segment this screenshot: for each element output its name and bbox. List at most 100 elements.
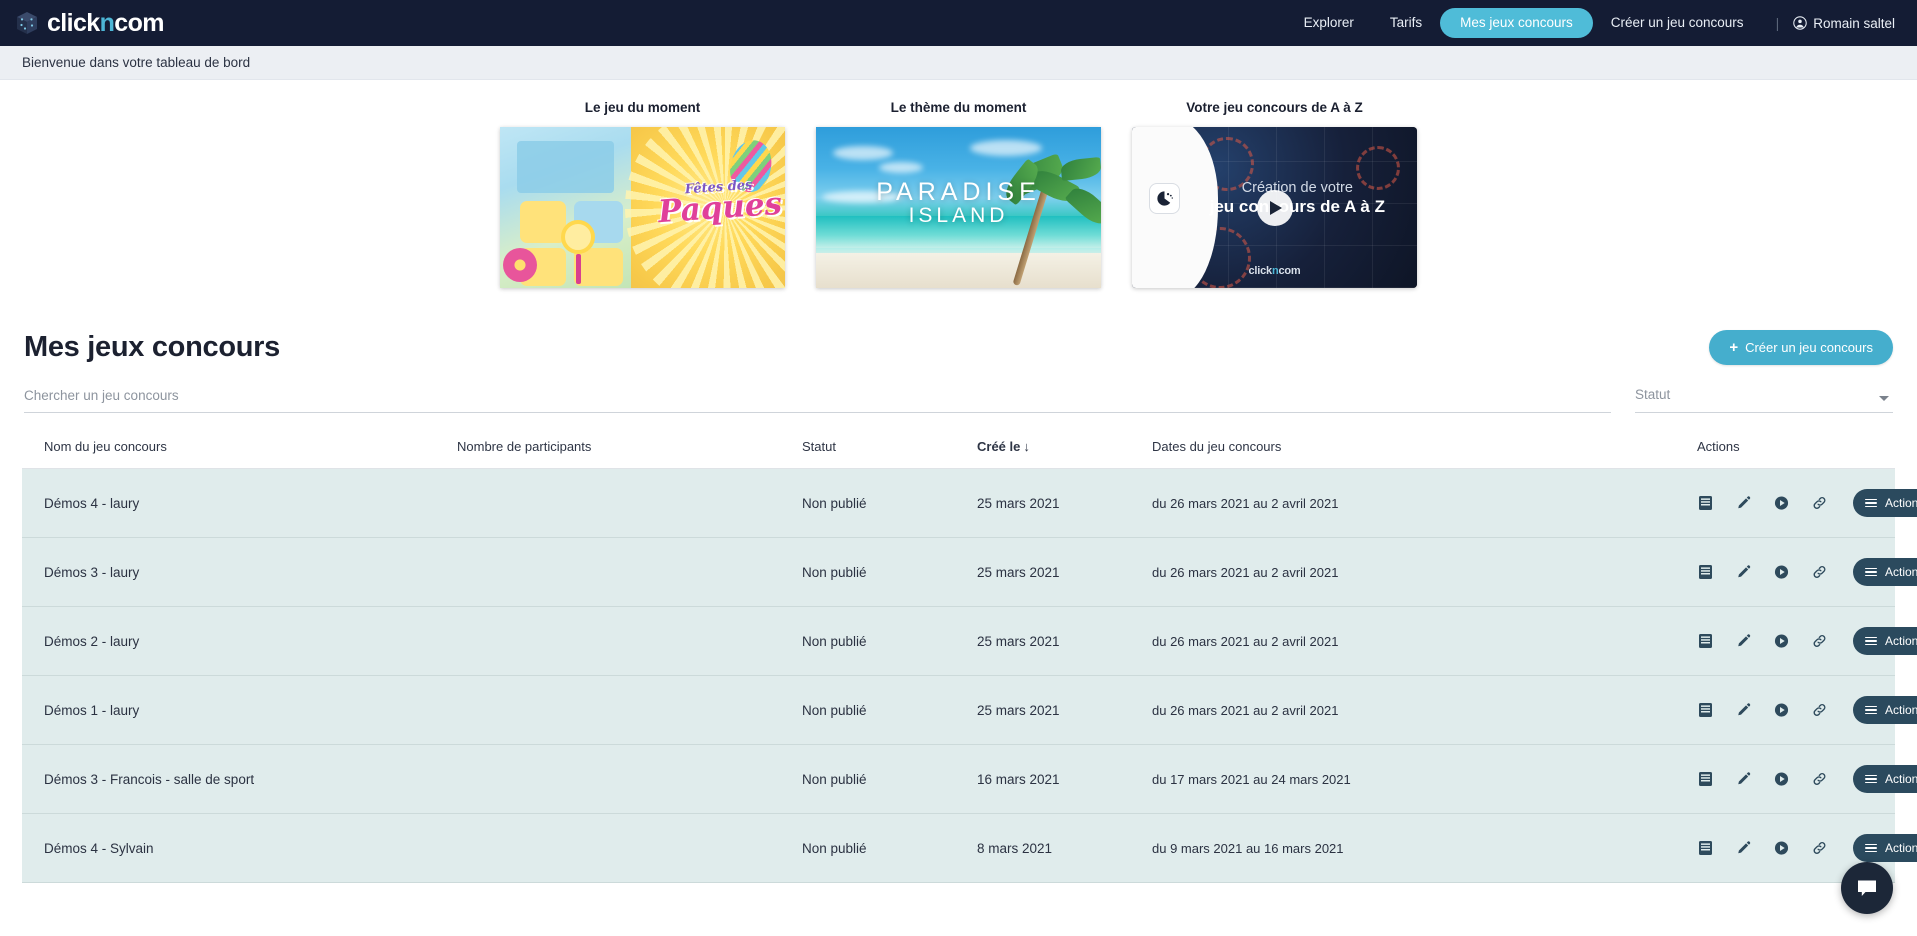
hamburger-icon — [1865, 567, 1877, 577]
cell-participants — [457, 813, 802, 883]
play-circle-icon[interactable] — [1773, 633, 1790, 650]
table-row[interactable]: Démos 2 - laury Non publié 25 mars 2021 du … — [22, 606, 1917, 676]
search-field — [24, 387, 1611, 413]
promo-paradise: Le thème du moment PARADISE ISLAND — [816, 100, 1101, 288]
cell-actions: Actions — [1697, 468, 1917, 538]
actions-menu-label: Actions — [1885, 496, 1917, 510]
paradise-line2: ISLAND — [908, 204, 1009, 228]
cell-statut: Non publié — [802, 813, 977, 883]
cell-contest-dates: du 26 mars 2021 au 2 avril 2021 — [1152, 537, 1697, 607]
link-icon[interactable] — [1811, 495, 1828, 512]
table-header-row: Nom du jeu concours Nombre de participan… — [22, 439, 1895, 469]
actions-menu-button[interactable]: Actions — [1853, 558, 1917, 586]
play-circle-icon[interactable] — [1773, 840, 1790, 857]
play-circle-icon[interactable] — [1773, 564, 1790, 581]
brand-logo[interactable]: clickncom — [8, 10, 164, 36]
promo-video-title: Votre jeu concours de A à Z — [1186, 100, 1363, 115]
hamburger-icon — [1865, 636, 1877, 646]
cell-contest-name: Démos 4 - Sylvain — [22, 813, 457, 883]
actions-menu-label: Actions — [1885, 634, 1917, 648]
table-row[interactable]: Démos 3 - laury Non publié 25 mars 2021 du … — [22, 537, 1917, 607]
flower-icon — [502, 247, 537, 282]
cell-contest-dates: du 9 mars 2021 au 16 mars 2021 — [1152, 813, 1697, 883]
app-icon — [1149, 183, 1181, 215]
column-header-participants[interactable]: Nombre de participants — [457, 439, 802, 469]
actions-menu-button[interactable]: Actions — [1853, 696, 1917, 724]
link-icon[interactable] — [1811, 564, 1828, 581]
main-content: Mes jeux concours + Créer un jeu concour… — [0, 288, 1917, 883]
column-header-name[interactable]: Nom du jeu concours — [22, 439, 457, 469]
book-icon[interactable] — [1697, 840, 1714, 857]
promo-easter-card[interactable]: Fêtes des Paques — [500, 127, 785, 288]
table-head: Nom du jeu concours Nombre de participan… — [22, 439, 1895, 469]
column-header-created-label: Créé le — [977, 439, 1021, 454]
cell-actions: Actions — [1697, 537, 1917, 607]
table-row[interactable]: Démos 3 - Francois - salle de sport Non p… — [22, 744, 1917, 814]
actions-menu-button[interactable]: Actions — [1853, 489, 1917, 517]
pencil-icon[interactable] — [1735, 840, 1752, 857]
nav-item-explorer[interactable]: Explorer — [1286, 9, 1372, 37]
brand-n: n — [99, 8, 115, 37]
book-icon[interactable] — [1697, 633, 1714, 650]
book-icon[interactable] — [1697, 495, 1714, 512]
cell-created-date: 25 mars 2021 — [977, 675, 1152, 745]
column-header-statut[interactable]: Statut — [802, 439, 977, 469]
cloud-shape — [833, 146, 894, 161]
book-icon[interactable] — [1697, 771, 1714, 788]
page-header-row: Mes jeux concours + Créer un jeu concour… — [14, 288, 1903, 365]
cell-contest-name: Démos 3 - Francois - salle de sport — [22, 744, 457, 814]
cell-created-date: 25 mars 2021 — [977, 537, 1152, 607]
link-icon[interactable] — [1811, 633, 1828, 650]
status-select[interactable]: Statut — [1635, 387, 1893, 413]
actions-menu-button[interactable]: Actions — [1853, 834, 1917, 862]
promo-paradise-card[interactable]: PARADISE ISLAND — [816, 127, 1101, 288]
nav-item-creer-un-jeu-concours[interactable]: Créer un jeu concours — [1593, 9, 1762, 37]
table-row[interactable]: Démos 4 - Sylvain Non publié 8 mars 2021 du… — [22, 813, 1917, 883]
link-icon[interactable] — [1811, 771, 1828, 788]
video-artwork-text: Création de votre jeu concours de A à Z — [1189, 180, 1406, 217]
pencil-icon[interactable] — [1735, 771, 1752, 788]
promo-paradise-title: Le thème du moment — [890, 100, 1027, 115]
welcome-text: Bienvenue dans votre tableau de bord — [22, 55, 251, 70]
actions-group: Actions — [1697, 765, 1917, 793]
page-title: Mes jeux concours — [24, 331, 280, 363]
column-header-actions: Actions — [1697, 439, 1895, 469]
contests-table-wrapper: Nom du jeu concours Nombre de participan… — [14, 413, 1917, 883]
cell-statut: Non publié — [802, 606, 977, 676]
cloud-shape — [969, 139, 1042, 156]
cell-actions: Actions — [1697, 606, 1917, 676]
play-circle-icon[interactable] — [1773, 771, 1790, 788]
create-contest-button[interactable]: + Créer un jeu concours — [1709, 330, 1893, 365]
play-circle-icon[interactable] — [1773, 702, 1790, 719]
video-line1: Création de votre — [1241, 180, 1353, 197]
sand-band — [816, 252, 1101, 288]
table-row[interactable]: Démos 1 - laury Non publié 25 mars 2021 du … — [22, 675, 1917, 745]
cell-contest-dates: du 26 mars 2021 au 2 avril 2021 — [1152, 606, 1697, 676]
user-menu[interactable]: Romain saltel — [1793, 16, 1895, 31]
promo-video-card[interactable]: Création de votre jeu concours de A à Z … — [1132, 127, 1417, 288]
cube-logo-icon — [14, 10, 40, 36]
column-header-dates[interactable]: Dates du jeu concours — [1152, 439, 1697, 469]
play-icon[interactable] — [1256, 189, 1293, 226]
link-icon[interactable] — [1811, 702, 1828, 719]
book-icon[interactable] — [1697, 702, 1714, 719]
cell-contest-name: Démos 4 - laury — [22, 468, 457, 538]
nav-item-mes-jeux-concours[interactable]: Mes jeux concours — [1440, 8, 1593, 38]
table-row[interactable]: Démos 4 - laury Non publié 25 mars 2021 du … — [22, 468, 1917, 538]
pencil-icon[interactable] — [1735, 564, 1752, 581]
play-circle-icon[interactable] — [1773, 495, 1790, 512]
pencil-icon[interactable] — [1735, 495, 1752, 512]
pencil-icon[interactable] — [1735, 633, 1752, 650]
actions-menu-label: Actions — [1885, 772, 1917, 786]
link-icon[interactable] — [1811, 840, 1828, 857]
search-input[interactable] — [24, 388, 1611, 413]
pencil-icon[interactable] — [1735, 702, 1752, 719]
book-icon[interactable] — [1697, 564, 1714, 581]
easter-header-panel — [517, 141, 614, 193]
cell-contest-dates: du 17 mars 2021 au 24 mars 2021 — [1152, 744, 1697, 814]
actions-menu-button[interactable]: Actions — [1853, 627, 1917, 655]
nav-item-tarifs[interactable]: Tarifs — [1372, 9, 1440, 37]
column-header-created[interactable]: Créé le ↓ — [977, 439, 1152, 469]
chat-bubble-icon[interactable] — [1841, 862, 1893, 914]
actions-menu-button[interactable]: Actions — [1853, 765, 1917, 793]
